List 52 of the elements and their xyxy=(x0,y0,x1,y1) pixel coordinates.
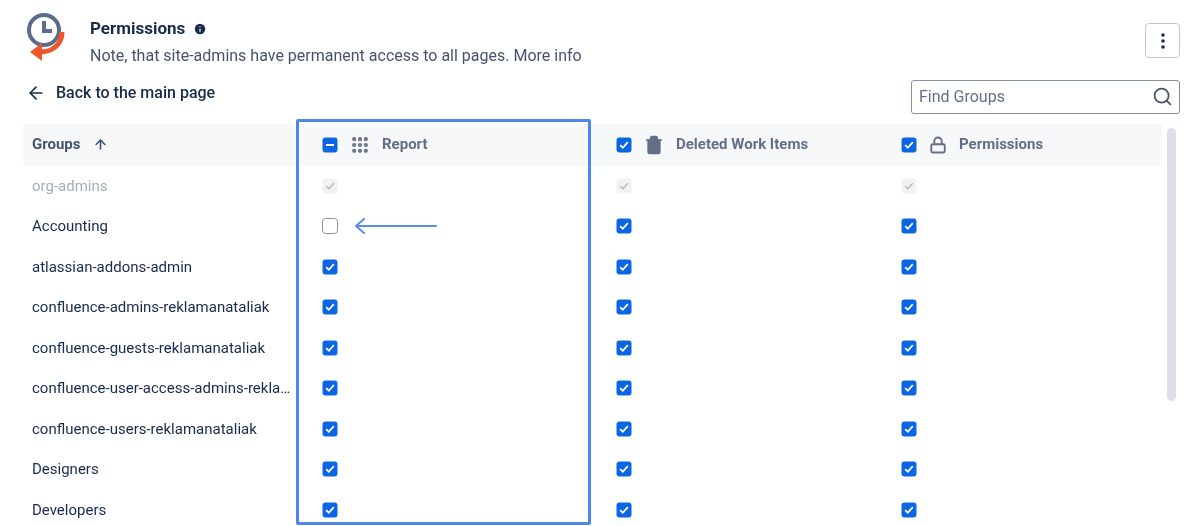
group-name: Designers xyxy=(32,460,99,479)
checkbox[interactable] xyxy=(616,136,632,153)
checkbox[interactable] xyxy=(616,299,632,316)
checkbox[interactable] xyxy=(322,218,338,235)
group-name: confluence-user-access-admins-rekla… xyxy=(32,379,291,398)
column-header: Permissions xyxy=(959,134,1044,156)
checkbox[interactable] xyxy=(901,299,917,316)
page-title: Permissions xyxy=(90,17,186,40)
checkbox[interactable] xyxy=(322,339,338,356)
lock-icon xyxy=(929,135,947,154)
checkbox[interactable] xyxy=(901,380,917,397)
column-header: Deleted Work Items xyxy=(676,134,809,156)
checkbox[interactable] xyxy=(322,258,338,275)
checkbox[interactable] xyxy=(901,501,917,518)
checkbox[interactable] xyxy=(616,258,632,275)
group-name: org-admins xyxy=(32,176,108,195)
checkbox[interactable] xyxy=(616,501,632,518)
back-link[interactable]: Back to the main page xyxy=(26,80,216,105)
checkbox[interactable] xyxy=(901,461,917,478)
group-name: Accounting xyxy=(32,217,108,236)
checkbox[interactable] xyxy=(616,380,632,397)
search-field[interactable]: Find Groups xyxy=(911,79,1180,114)
checkbox[interactable] xyxy=(901,136,917,153)
group-name: Developers xyxy=(32,500,107,519)
checkbox[interactable] xyxy=(901,420,917,437)
column-header: Report xyxy=(382,134,428,156)
note-text: Note, that site-admins have permanent access to all pages. More info xyxy=(90,44,582,67)
checkbox[interactable] xyxy=(616,461,632,478)
search-icon[interactable] xyxy=(1152,85,1173,107)
checkbox[interactable] xyxy=(901,339,917,356)
checkbox[interactable] xyxy=(322,136,338,153)
checkbox[interactable] xyxy=(322,501,338,518)
checkbox[interactable] xyxy=(616,218,632,235)
group-name: confluence-users-reklamanataliak xyxy=(32,419,257,438)
checkbox[interactable] xyxy=(322,380,338,397)
more-menu-button[interactable] xyxy=(1145,23,1180,58)
kebab-icon xyxy=(1160,32,1165,49)
checkbox[interactable] xyxy=(616,339,632,356)
group-name: confluence-guests-reklamanataliak xyxy=(32,338,266,357)
grid-icon xyxy=(350,134,370,155)
scrollbar[interactable] xyxy=(1167,127,1176,401)
column-header[interactable]: Groups xyxy=(32,133,81,156)
checkbox[interactable] xyxy=(616,420,632,437)
group-name: confluence-admins-reklamanataliak xyxy=(32,298,270,317)
info-icon xyxy=(193,21,208,36)
trash-icon xyxy=(644,134,664,155)
group-name: atlassian-addons-admin xyxy=(32,257,193,276)
checkbox[interactable] xyxy=(322,461,338,478)
checkbox[interactable] xyxy=(901,258,917,275)
checkbox[interactable] xyxy=(322,299,338,316)
checkbox[interactable] xyxy=(322,420,338,437)
checkbox[interactable] xyxy=(901,218,917,235)
